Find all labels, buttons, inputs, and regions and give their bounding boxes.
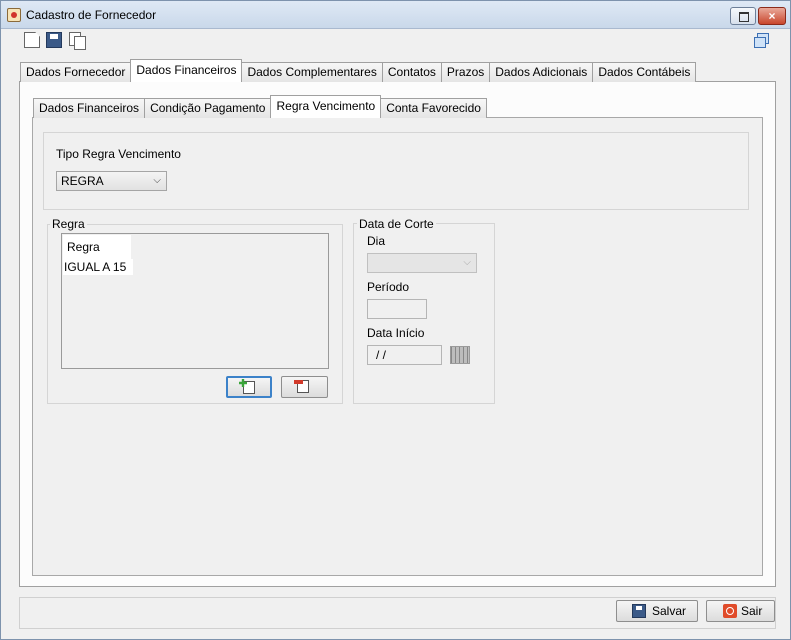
subtab-regra-vencimento[interactable]: Regra Vencimento [270,95,382,118]
save-button[interactable]: Salvar [616,600,698,622]
save-icon [632,604,646,618]
data-inicio-label: Data Início [367,326,425,340]
data-corte-legend: Data de Corte [357,217,436,231]
tab-dados-fornecedor[interactable]: Dados Fornecedor [20,62,132,82]
tipo-regra-value: REGRA [61,174,104,188]
chevron-down-icon: ⌵ [463,257,471,268]
title-bar: Cadastro de Fornecedor × [1,1,790,29]
tipo-regra-select[interactable]: REGRA ⌵ [56,171,167,191]
tab-dados-financeiros[interactable]: Dados Financeiros [130,59,243,82]
dia-label: Dia [367,234,386,248]
tab-dados-complementares[interactable]: Dados Complementares [241,62,383,82]
subtab-conta-favorecido[interactable]: Conta Favorecido [380,98,487,118]
new-document-icon[interactable] [24,32,40,48]
exit-button[interactable]: Sair [706,600,775,622]
tab-dados-contabeis[interactable]: Dados Contábeis [592,62,697,82]
power-icon [723,604,737,618]
java-app-icon [7,8,21,22]
main-tabs: Dados Fornecedor Dados Financeiros Dados… [20,59,697,82]
calendar-icon[interactable] [450,346,470,364]
save-icon[interactable] [46,32,62,48]
tab-dados-adicionais[interactable]: Dados Adicionais [489,62,594,82]
exit-button-label: Sair [741,604,763,618]
windows-icon[interactable] [753,32,769,48]
tab-prazos[interactable]: Prazos [440,62,491,82]
regra-column-header[interactable]: Regra [63,235,131,259]
sub-tabs: Dados Financeiros Condição Pagamento Reg… [33,95,487,118]
periodo-field[interactable] [367,299,427,319]
tipo-regra-label: Tipo Regra Vencimento [56,147,181,161]
table-row[interactable]: IGUAL A 15 [63,259,133,275]
data-inicio-field[interactable]: / / [367,345,442,365]
remove-rule-button[interactable] [281,376,328,398]
chevron-down-icon: ⌵ [153,175,161,186]
subtab-condicao-pagamento[interactable]: Condição Pagamento [144,98,272,118]
window-title: Cadastro de Fornecedor [26,8,157,22]
copy-icon[interactable] [69,32,86,50]
subtab-dados-financeiros[interactable]: Dados Financeiros [33,98,146,118]
save-button-label: Salvar [652,604,687,618]
close-button[interactable]: × [758,7,786,25]
periodo-label: Período [367,280,410,294]
dia-select[interactable]: ⌵ [367,253,477,273]
minus-icon [294,380,303,384]
restore-button[interactable] [730,7,756,25]
regra-legend: Regra [50,217,87,231]
regra-table[interactable]: Regra IGUAL A 15 [61,233,329,369]
supplier-window: Cadastro de Fornecedor × Dados Fornecedo… [0,0,791,640]
add-rule-button[interactable] [226,376,272,398]
tab-contatos[interactable]: Contatos [381,62,442,82]
